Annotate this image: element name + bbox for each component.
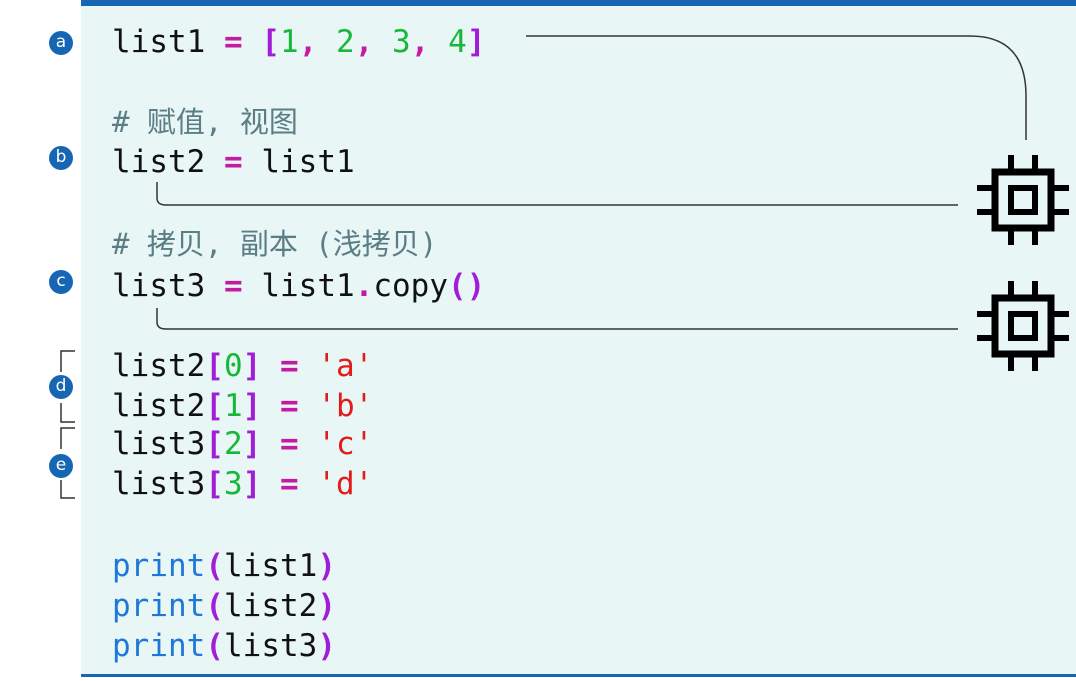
code-line-assign: list3[2] = 'c' [112, 426, 374, 462]
memory-chip-icon [977, 155, 1069, 245]
code-line-list2: list2 = list1 [112, 144, 355, 180]
code-line-list3: list3 = list1.copy() [112, 268, 486, 304]
memory-chip-icon [977, 281, 1069, 371]
code-line-assign: list2[1] = 'b' [112, 388, 374, 424]
bracket-d [60, 350, 75, 423]
code-line-assign: list3[3] = 'd' [112, 466, 374, 502]
connector-line-b [156, 182, 958, 206]
code-line-print: print(list3) [112, 628, 336, 664]
bracket-e [60, 427, 75, 499]
code-line-print: print(list1) [112, 548, 336, 584]
comment-assignment-view: # 赋值, 视图 [112, 105, 298, 139]
connector-line-c [156, 308, 958, 330]
code-line-print: print(list2) [112, 588, 336, 624]
code-line-list1: list1 = [1, 2, 3, 4] [112, 24, 486, 60]
code-line-assign: list2[0] = 'a' [112, 348, 374, 384]
connector-line-a [526, 35, 1027, 140]
comment-shallow-copy: # 拷贝, 副本 (浅拷贝) [112, 227, 438, 261]
